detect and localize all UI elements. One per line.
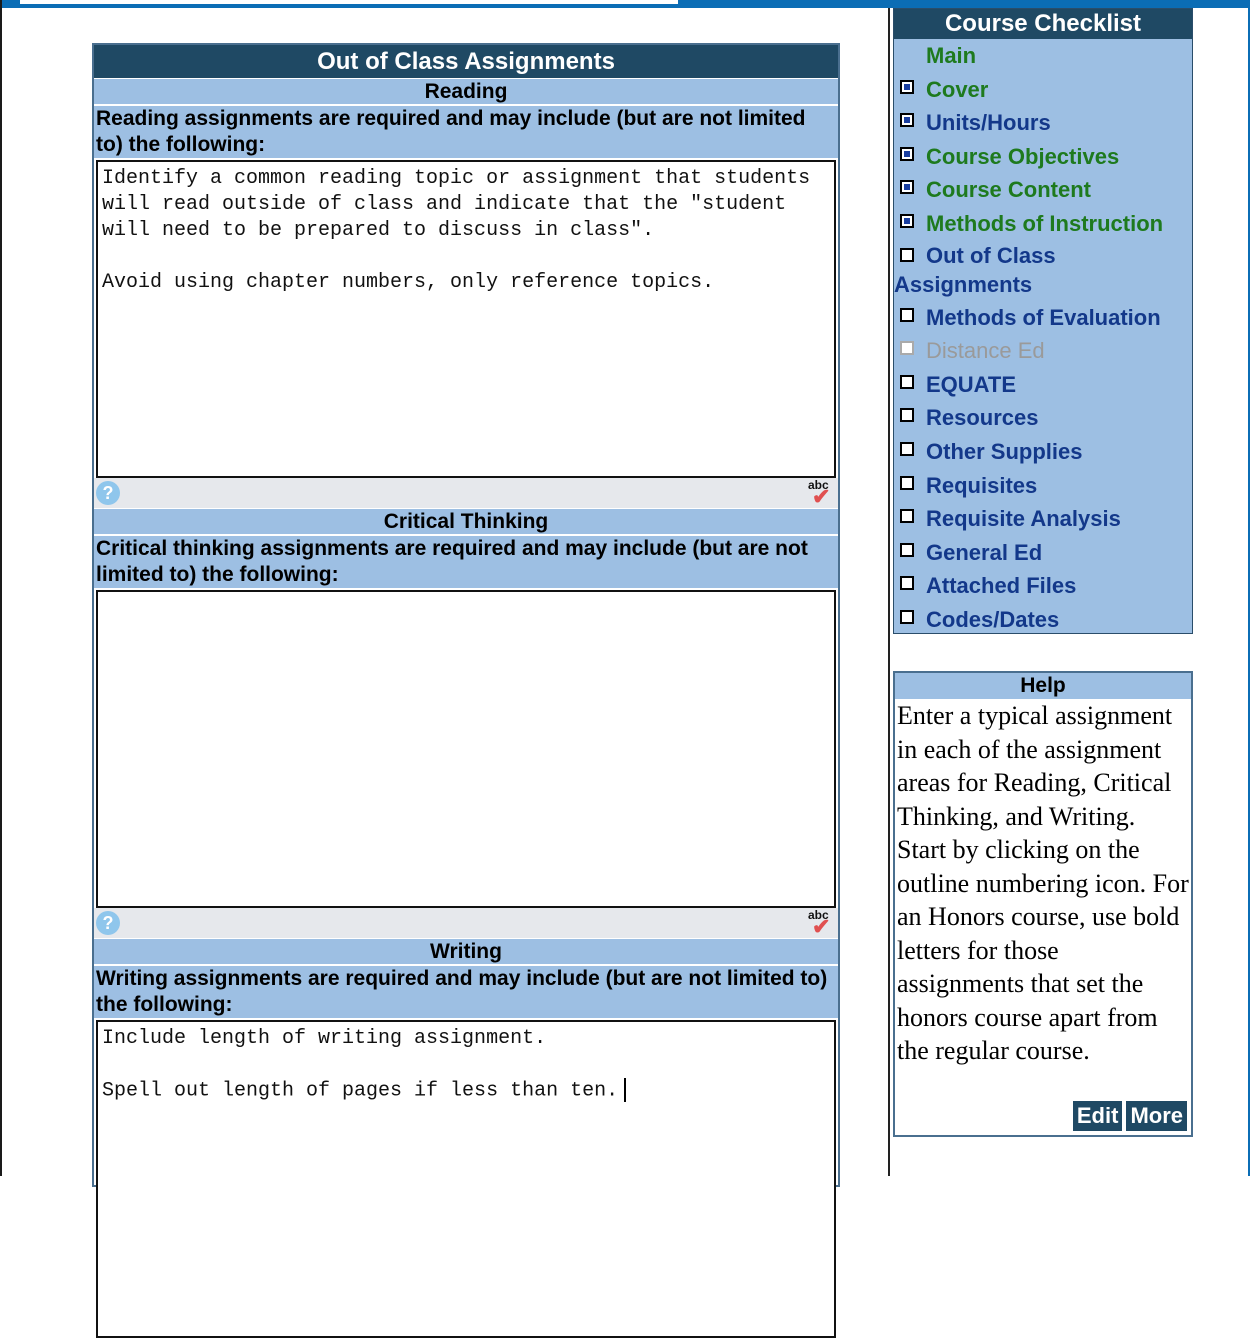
help-title: Help (895, 673, 1191, 699)
checklist-item-label: Methods of Instruction (926, 210, 1164, 236)
top-bar (0, 0, 1250, 8)
checklist-item-main[interactable]: Main (894, 39, 1192, 73)
checkbox-icon (900, 408, 914, 423)
checklist-item-label: Out of Class Assignments (894, 242, 1056, 297)
checklist-item-methods-of-evaluation[interactable]: Methods of Evaluation (894, 301, 1192, 335)
checkbox-icon (900, 374, 914, 389)
checklist-item-cover[interactable]: Cover (894, 73, 1192, 107)
checklist-item-course-objectives[interactable]: Course Objectives (894, 140, 1192, 174)
checkbox-icon (900, 475, 914, 490)
writing-heading: Writing (94, 938, 838, 964)
spellcheck-mark: ✔ (812, 914, 831, 939)
checkbox-icon (900, 247, 914, 262)
checklist-item-general-ed[interactable]: General Ed (894, 536, 1192, 570)
help-text: Enter a typical assignment in each of th… (897, 701, 1189, 1065)
reading-toolbar: ? abc ✔ (94, 478, 838, 508)
checklist-item-label: Cover (926, 76, 989, 102)
checkbox-icon (900, 542, 914, 557)
column-divider (888, 8, 890, 1176)
checklist-item-codes-dates[interactable]: Codes/Dates (894, 603, 1192, 637)
checklist-item-label: EQUATE (926, 371, 1017, 397)
checklist-item-out-of-class-assignments[interactable]: Out of Class Assignments (894, 241, 1192, 301)
help-icon[interactable]: ? (96, 911, 120, 935)
checklist-item-label: Codes/Dates (926, 606, 1060, 632)
checklist-item-distance-ed: Distance Ed (894, 334, 1192, 368)
checklist-item-label: Methods of Evaluation (926, 304, 1161, 330)
reading-heading: Reading (94, 78, 838, 104)
checkbox-icon (900, 509, 914, 524)
help-box: Help Enter a typical assignment in each … (893, 671, 1193, 1137)
checkbox-icon (900, 576, 914, 591)
checklist-item-equate[interactable]: EQUATE (894, 368, 1192, 402)
checklist-item-resources[interactable]: Resources (894, 401, 1192, 435)
checklist-item-course-content[interactable]: Course Content (894, 173, 1192, 207)
critical-thinking-toolbar: ? abc ✔ (94, 908, 838, 938)
spellcheck-mark: ✔ (812, 484, 831, 509)
help-icon[interactable]: ? (96, 481, 120, 505)
spellcheck-icon[interactable]: abc ✔ (806, 478, 836, 508)
critical-thinking-heading: Critical Thinking (94, 508, 838, 534)
checked-checkbox-icon (900, 113, 914, 128)
checklist-item-requisites[interactable]: Requisites (894, 469, 1192, 503)
panel-title: Out of Class Assignments (94, 45, 838, 78)
checkbox-icon (900, 609, 914, 624)
checklist-item-requisite-analysis[interactable]: Requisite Analysis (894, 502, 1192, 536)
checkbox-icon (900, 307, 914, 322)
reading-description: Reading assignments are required and may… (94, 104, 838, 158)
critical-thinking-description: Critical thinking assignments are requir… (94, 534, 838, 588)
checked-checkbox-icon (900, 79, 914, 94)
checklist-item-methods-of-instruction[interactable]: Methods of Instruction (894, 207, 1192, 241)
writing-description: Writing assignments are required and may… (94, 964, 838, 1018)
checklist-item-label: Distance Ed (926, 338, 1045, 364)
reading-textarea[interactable]: Identify a common reading topic or assig… (96, 160, 836, 478)
checklist-item-label: Main (926, 43, 977, 68)
checked-checkbox-icon (900, 213, 914, 228)
checklist-title: Course Checklist (894, 9, 1192, 39)
writing-text: Include length of writing assignment. Sp… (102, 1027, 619, 1103)
assignments-panel: Out of Class Assignments Reading Reading… (92, 43, 840, 1338)
checklist-item-label: Requisite Analysis (926, 506, 1121, 532)
checkbox-icon (900, 341, 914, 356)
checked-checkbox-icon (900, 180, 914, 195)
course-checklist: Course Checklist Main Cover Units/Hours Cou… (893, 8, 1193, 634)
checked-checkbox-icon (900, 146, 914, 161)
checkbox-icon (900, 441, 914, 456)
checklist-item-label: Resources (926, 405, 1039, 431)
checklist-item-label: Course Objectives (926, 143, 1120, 169)
checklist-item-label: Course Content (926, 177, 1091, 203)
spellcheck-icon[interactable]: abc ✔ (806, 908, 836, 938)
edit-button[interactable]: Edit (1072, 1101, 1123, 1131)
text-cursor (624, 1078, 627, 1102)
checklist-item-units-hours[interactable]: Units/Hours (894, 106, 1192, 140)
checklist-item-label: Other Supplies (926, 438, 1083, 464)
checklist-item-attached-files[interactable]: Attached Files (894, 569, 1192, 603)
checklist-item-label: General Ed (926, 539, 1043, 565)
checklist-item-label: Attached Files (926, 573, 1077, 599)
checklist-item-label: Requisites (926, 472, 1038, 498)
critical-thinking-textarea[interactable] (96, 590, 836, 908)
writing-textarea[interactable]: Include length of writing assignment. Sp… (96, 1020, 836, 1338)
left-border (0, 0, 2, 1176)
checklist-item-other-supplies[interactable]: Other Supplies (894, 435, 1192, 469)
more-button[interactable]: More (1126, 1101, 1187, 1131)
checklist-item-label: Units/Hours (926, 110, 1051, 136)
